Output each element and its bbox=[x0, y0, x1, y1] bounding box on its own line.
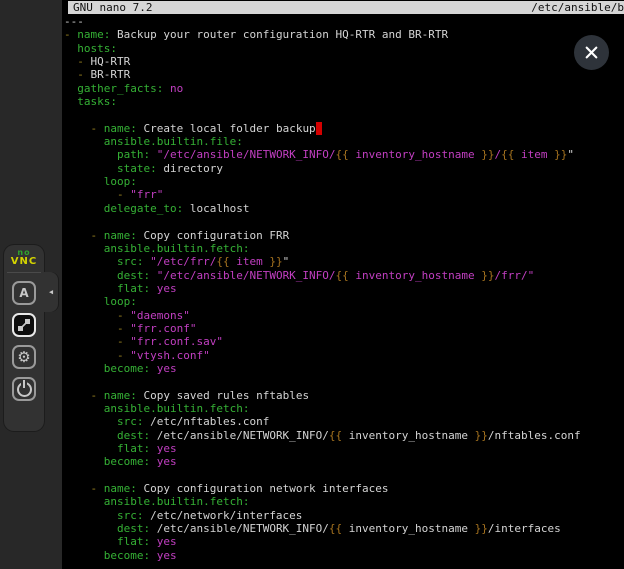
fullscreen-icon bbox=[17, 318, 31, 332]
editor-line: - name: Copy configuration network inter… bbox=[64, 482, 624, 495]
sidebar-collapse-handle[interactable]: ◀ bbox=[44, 272, 58, 312]
disconnect-button[interactable] bbox=[12, 377, 36, 401]
editor-line: ansible.builtin.fetch: bbox=[64, 495, 624, 508]
editor-line: ansible.builtin.file: bbox=[64, 135, 624, 148]
nano-filename-label: /etc/ansible/b bbox=[531, 1, 624, 14]
close-button[interactable] bbox=[574, 35, 609, 70]
editor-line: - "frr.conf.sav" bbox=[64, 335, 624, 348]
editor-line: tasks: bbox=[64, 95, 624, 108]
editor-line: dest: /etc/ansible/NETWORK_INFO/{{ inven… bbox=[64, 429, 624, 442]
editor-line: flat: yes bbox=[64, 535, 624, 548]
editor-line: hosts: bbox=[64, 42, 624, 55]
vnc-button-column: A ⚙ bbox=[4, 273, 44, 401]
editor-line: - name: Copy saved rules nftables bbox=[64, 389, 624, 402]
terminal-window: GNU nano 7.2 /etc/ansible/b ---- name: B… bbox=[62, 0, 624, 569]
settings-button[interactable]: ⚙ bbox=[12, 345, 36, 369]
editor-line: - BR-RTR bbox=[64, 68, 624, 81]
editor-line: - "frr.conf" bbox=[64, 322, 624, 335]
vnc-session-screen: no VNC A ⚙ bbox=[0, 0, 624, 569]
chevron-left-icon: ◀ bbox=[49, 288, 53, 296]
nano-version-label: GNU nano 7.2 bbox=[73, 1, 152, 14]
editor-line: --- bbox=[64, 15, 624, 28]
nano-titlebar: GNU nano 7.2 /etc/ansible/b bbox=[68, 1, 624, 14]
editor-line: src: "/etc/frr/{{ item }}" bbox=[64, 255, 624, 268]
novnc-logo-vnc: VNC bbox=[7, 257, 41, 267]
editor-line: - HQ-RTR bbox=[64, 55, 624, 68]
editor-line: src: /etc/network/interfaces bbox=[64, 509, 624, 522]
editor-line: ansible.builtin.fetch: bbox=[64, 402, 624, 415]
vnc-control-panel: no VNC A ⚙ bbox=[4, 245, 44, 431]
editor-line: dest: /etc/ansible/NETWORK_INFO/{{ inven… bbox=[64, 522, 624, 535]
editor-line: flat: yes bbox=[64, 282, 624, 295]
letter-a-icon: A bbox=[19, 287, 28, 299]
editor-line: loop: bbox=[64, 295, 624, 308]
editor-line: - name: Copy configuration FRR bbox=[64, 229, 624, 242]
novnc-logo: no VNC bbox=[7, 245, 41, 273]
editor-line: src: /etc/nftables.conf bbox=[64, 415, 624, 428]
fullscreen-button[interactable] bbox=[12, 313, 36, 337]
editor-line bbox=[64, 469, 624, 482]
editor-line: become: yes bbox=[64, 455, 624, 468]
editor-line: become: yes bbox=[64, 362, 624, 375]
close-icon bbox=[584, 45, 599, 60]
keyboard-button[interactable]: A bbox=[12, 281, 36, 305]
editor-line bbox=[64, 215, 624, 228]
gear-icon: ⚙ bbox=[17, 350, 30, 365]
vnc-sidebar-strip: no VNC A ⚙ bbox=[0, 0, 62, 569]
editor-line bbox=[64, 375, 624, 388]
editor-line: - "frr" bbox=[64, 188, 624, 201]
editor-line: - "vtysh.conf" bbox=[64, 349, 624, 362]
editor-line: - name: Create local folder backup bbox=[64, 122, 624, 135]
editor-line: state: directory bbox=[64, 162, 624, 175]
editor-line: delegate_to: localhost bbox=[64, 202, 624, 215]
power-icon bbox=[17, 382, 32, 397]
editor-line: become: yes bbox=[64, 549, 624, 562]
editor-line: - "daemons" bbox=[64, 309, 624, 322]
editor-line: flat: yes bbox=[64, 442, 624, 455]
editor-line: - name: Backup your router configuration… bbox=[64, 28, 624, 41]
editor-line: dest: "/etc/ansible/NETWORK_INFO/{{ inve… bbox=[64, 269, 624, 282]
editor-line: path: "/etc/ansible/NETWORK_INFO/{{ inve… bbox=[64, 148, 624, 161]
editor-line bbox=[64, 108, 624, 121]
editor-line: gather_facts: no bbox=[64, 82, 624, 95]
nano-editor-area[interactable]: ---- name: Backup your router configurat… bbox=[62, 15, 624, 569]
text-cursor bbox=[316, 122, 323, 135]
editor-line: loop: bbox=[64, 175, 624, 188]
editor-line: ansible.builtin.fetch: bbox=[64, 242, 624, 255]
